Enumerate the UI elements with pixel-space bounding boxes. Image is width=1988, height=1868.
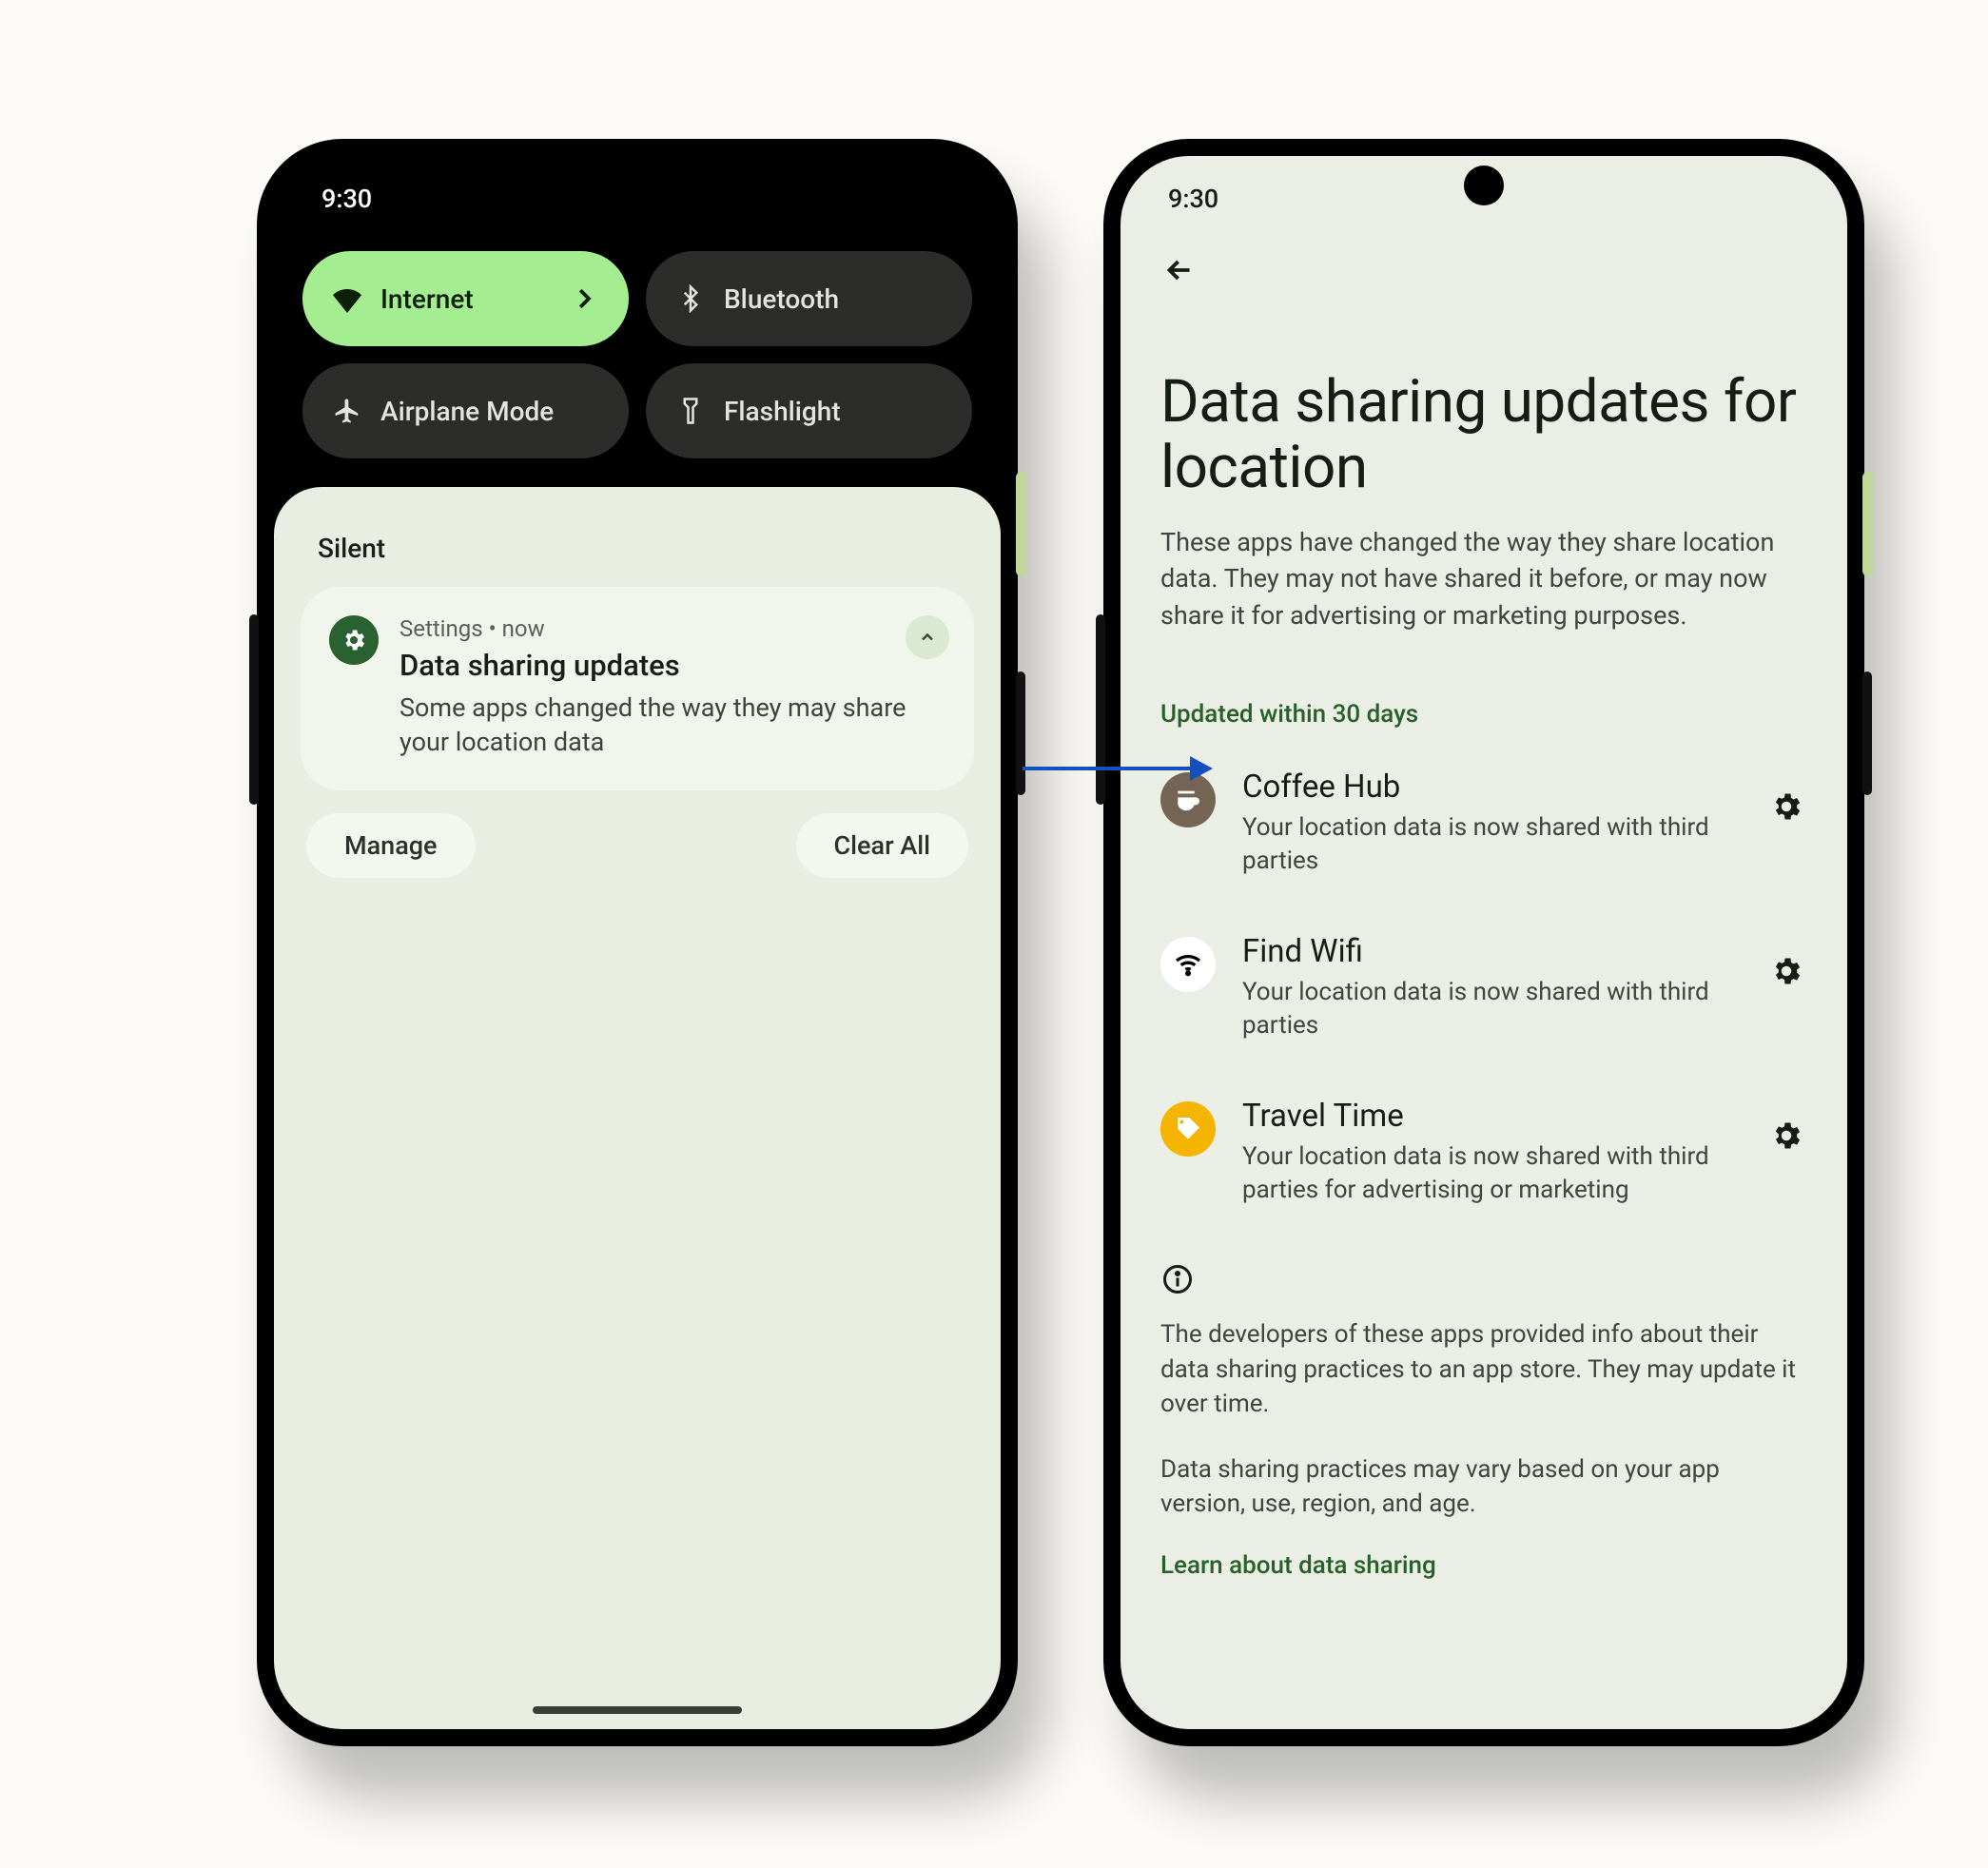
status-time: 9:30 [1168, 184, 1218, 214]
qs-tile-label: Flashlight [724, 396, 841, 427]
app-row-find-wifi[interactable]: Find Wifi Your location data is now shar… [1160, 933, 1807, 1042]
status-time: 9:30 [322, 184, 372, 214]
coffee-cup-icon [1173, 785, 1203, 815]
manage-button[interactable]: Manage [306, 813, 476, 878]
app-name: Coffee Hub [1242, 769, 1739, 806]
arrow-right-icon [1190, 756, 1213, 781]
info-icon [1160, 1262, 1807, 1300]
bluetooth-icon [676, 284, 705, 313]
qs-internet-tile[interactable]: Internet [302, 251, 629, 346]
notification-card[interactable]: Settings • now Data sharing updates Some… [301, 587, 974, 790]
gear-icon [1769, 954, 1803, 988]
chevron-up-icon [918, 628, 937, 647]
gear-icon [1769, 1119, 1803, 1153]
notif-meta: Settings • now [400, 615, 945, 642]
qs-tile-label: Bluetooth [724, 283, 839, 315]
back-button[interactable] [1157, 247, 1202, 293]
status-bar: 9:30 [274, 156, 1001, 242]
info-paragraph: Data sharing practices may vary based on… [1160, 1452, 1807, 1522]
app-settings-button[interactable] [1765, 1115, 1807, 1157]
wifi-icon [333, 284, 361, 313]
camera-hole [1464, 165, 1504, 205]
section-label: Updated within 30 days [1160, 700, 1807, 729]
settings-app-icon [329, 615, 379, 665]
app-settings-button[interactable] [1765, 786, 1807, 827]
collapse-button[interactable] [906, 615, 949, 659]
app-desc: Your location data is now shared with th… [1242, 976, 1739, 1042]
notif-title: Data sharing updates [400, 648, 945, 683]
learn-more-link[interactable]: Learn about data sharing [1160, 1551, 1807, 1580]
app-row-travel-time[interactable]: Travel Time Your location data is now sh… [1160, 1098, 1807, 1207]
notif-section-label: Silent [301, 525, 974, 587]
gear-icon [341, 627, 367, 653]
app-name: Find Wifi [1242, 933, 1739, 970]
arrow-back-icon [1162, 253, 1197, 287]
nav-handle[interactable] [533, 1706, 742, 1714]
app-desc: Your location data is now shared with th… [1242, 1140, 1739, 1207]
qs-tile-label: Internet [380, 283, 474, 315]
travel-time-app-icon [1160, 1101, 1216, 1157]
clear-all-button[interactable]: Clear All [796, 813, 968, 878]
price-tag-icon [1173, 1114, 1203, 1144]
page-subtitle: These apps have changed the way they sha… [1160, 524, 1807, 633]
qs-flashlight-tile[interactable]: Flashlight [646, 363, 972, 458]
flashlight-icon [676, 397, 705, 425]
app-name: Travel Time [1242, 1098, 1739, 1135]
find-wifi-app-icon [1160, 937, 1216, 992]
app-settings-button[interactable] [1765, 950, 1807, 992]
chevron-right-icon [570, 284, 598, 313]
wifi-icon [1173, 949, 1203, 980]
qs-bluetooth-tile[interactable]: Bluetooth [646, 251, 972, 346]
flow-arrow [1023, 759, 1213, 778]
qs-tile-label: Airplane Mode [380, 396, 554, 427]
qs-airplane-tile[interactable]: Airplane Mode [302, 363, 629, 458]
airplane-icon [333, 397, 361, 425]
gear-icon [1769, 789, 1803, 824]
app-row-coffee-hub[interactable]: Coffee Hub Your location data is now sha… [1160, 769, 1807, 878]
info-paragraph: The developers of these apps provided in… [1160, 1317, 1807, 1421]
app-desc: Your location data is now shared with th… [1242, 811, 1739, 878]
notif-body: Some apps changed the way they may share… [400, 691, 945, 760]
page-title: Data sharing updates for location [1160, 369, 1807, 501]
